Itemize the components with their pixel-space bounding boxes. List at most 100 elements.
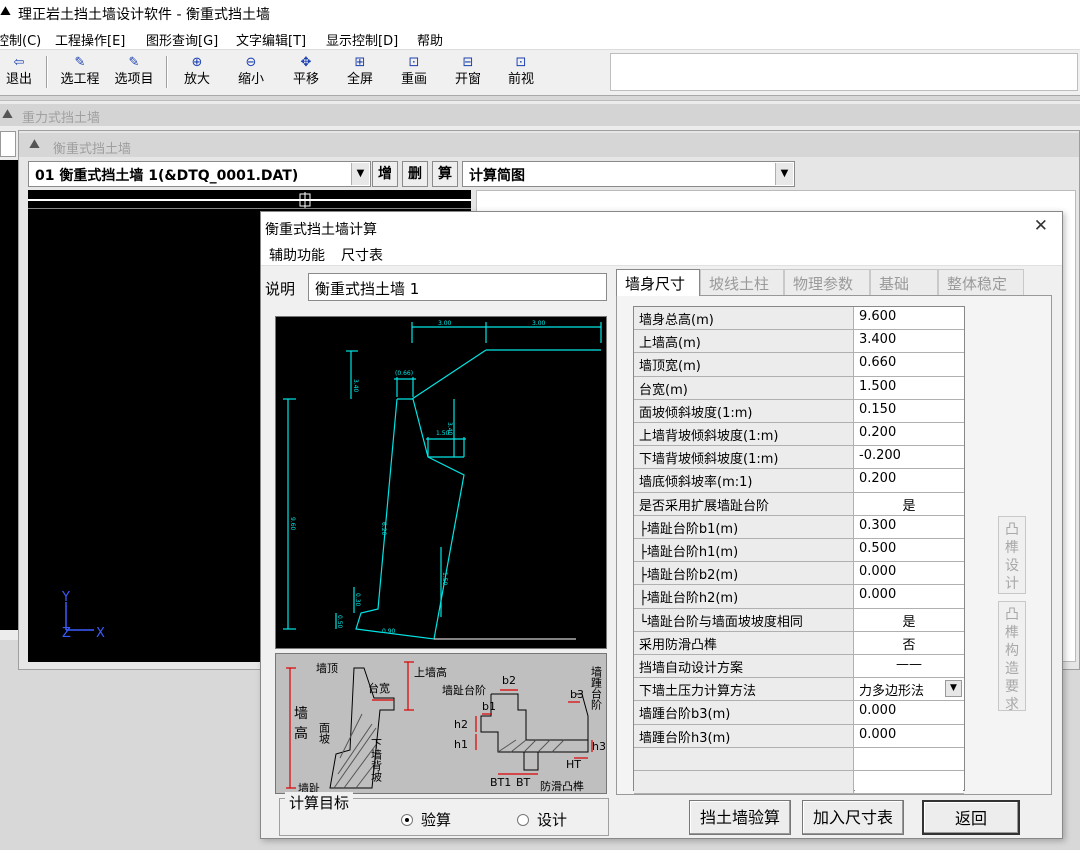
param-row: 采用防滑凸榫否 (634, 631, 964, 655)
radio-check[interactable]: 验算 (401, 809, 451, 830)
back-window-titlebar: ⛰ 重力式挡土墙 (0, 104, 1080, 126)
tab-overall-stability[interactable]: 整体稳定 (938, 269, 1024, 295)
param-row: 墙身总高(m) 9.600 (634, 307, 964, 331)
tab-strip: 墙身尺寸 坡线土柱 物理参数 基础 整体稳定 (616, 269, 1026, 296)
param-row: 面坡倾斜坡度(1:m) 0.150 (634, 399, 964, 423)
back-window-canvas (0, 160, 18, 630)
menu-graphics-query[interactable]: 图形查询[G] (146, 30, 218, 49)
param-row: ├墙趾台阶h2(m) 0.000 (634, 585, 964, 609)
record-select[interactable]: 01 衡重式挡土墙 1(&DTQ_0001.DAT) ▼ (28, 161, 371, 187)
param-row (634, 771, 964, 795)
front-view-button[interactable]: ⊡ 前视 (500, 53, 542, 91)
param-value[interactable]: —— (855, 655, 963, 678)
dialog-titlebar: 衡重式挡土墙计算 ✕ (261, 212, 1062, 242)
param-grid: 墙身总高(m) 9.600 上墙高(m) 3.400 墙顶宽(m) 0.660 台宽(m) 1… (633, 306, 965, 795)
tab-foundation[interactable]: 基础 (870, 269, 938, 295)
param-row: 挡墙自动设计方案 —— (634, 655, 964, 679)
dim-lower: 6.20 (380, 522, 387, 536)
param-name: └墙趾台阶与墙面坡坡度相同 (634, 608, 854, 631)
param-value[interactable]: 9.600 (855, 307, 963, 330)
param-name (634, 771, 854, 794)
zoom-out-button[interactable]: ⊖ 缩小 (230, 53, 272, 91)
menu-size-table[interactable]: 尺寸表 (341, 245, 383, 265)
legend-lower-back: 下墙背坡 (370, 738, 383, 783)
param-value[interactable]: 3.400 (855, 330, 963, 353)
add-record-button[interactable]: 增 (372, 161, 398, 187)
param-value[interactable]: -0.200 (855, 446, 963, 469)
param-value[interactable]: 0.000 (855, 585, 963, 608)
menu-aux-functions[interactable]: 辅助功能 (269, 245, 325, 265)
param-value[interactable]: 是 (855, 608, 963, 631)
tab-slope-soil[interactable]: 坡线土柱 (700, 269, 784, 295)
param-value[interactable]: 0.200 (855, 423, 963, 446)
menu-help[interactable]: 帮助 (417, 30, 443, 49)
back-window-field[interactable] (0, 131, 16, 157)
add-to-table-button[interactable]: 加入尺寸表 (802, 800, 904, 835)
menu-text-edit[interactable]: 文字编辑[T] (236, 30, 306, 49)
chevron-down-icon[interactable]: ▼ (775, 163, 793, 185)
delete-record-button[interactable]: 删 (402, 161, 428, 187)
param-name: ├墙趾台阶b1(m) (634, 515, 854, 538)
return-button[interactable]: 返回 (922, 800, 1020, 835)
exit-arrow-icon: ⇦ (13, 55, 25, 70)
tab-wall-dimensions[interactable]: 墙身尺寸 (616, 269, 700, 296)
menu-control[interactable]: 控制(C) (0, 30, 41, 49)
open-window-button[interactable]: ⊟ 开窗 (447, 53, 489, 91)
dim-toe-height: 0.50 (336, 615, 343, 629)
param-value[interactable]: 0.200 (855, 469, 963, 492)
zoom-in-icon: ⊕ (191, 55, 203, 70)
radio-design[interactable]: 设计 (517, 809, 567, 830)
menu-project[interactable]: 工程操作[E] (55, 30, 125, 49)
param-row: 墙顶宽(m) 0.660 (634, 353, 964, 377)
view-select[interactable]: 计算简图 ▼ (462, 161, 795, 187)
param-name: 下墙土压力计算方法 (634, 678, 854, 701)
legend-platform-width: 台宽 (368, 681, 390, 695)
legend-face-slope: 面坡 (318, 722, 331, 745)
calculate-button[interactable]: 算 (432, 161, 458, 187)
param-value[interactable] (855, 771, 963, 794)
shear-key-design-button[interactable]: 凸榫设计 (998, 516, 1026, 594)
axis-y-label: Y (62, 590, 70, 605)
param-value[interactable]: 力多边形法 ▼ (855, 678, 963, 701)
param-value[interactable]: 0.660 (855, 353, 963, 376)
exit-button[interactable]: ⇦ 退出 (1, 53, 37, 91)
tab-physical-params[interactable]: 物理参数 (784, 269, 870, 295)
param-value[interactable]: 1.500 (855, 376, 963, 399)
zoom-in-button[interactable]: ⊕ 放大 (176, 53, 218, 91)
param-name: 下墙背坡倾斜坡度(1:m) (634, 446, 854, 469)
menu-display[interactable]: 显示控制[D] (326, 30, 398, 49)
dim-top-2: 3.00 (532, 320, 546, 327)
param-value[interactable]: 0.150 (855, 399, 963, 422)
param-value[interactable]: 0.000 (855, 701, 963, 724)
select-project-button[interactable]: ✎ 选工程 (55, 53, 105, 91)
legend-b1: b1 (482, 700, 496, 713)
shear-key-requirements-button[interactable]: 凸榫构造要求 (998, 601, 1026, 713)
redraw-button[interactable]: ⊡ 重画 (393, 53, 435, 91)
param-name: 上墙背坡倾斜坡度(1:m) (634, 423, 854, 446)
param-value[interactable]: 否 (855, 631, 963, 654)
param-row: 墙踵台阶b3(m) 0.000 (634, 701, 964, 725)
param-name: 是否采用扩展墙趾台阶 (634, 492, 854, 515)
chevron-down-icon[interactable]: ▼ (351, 163, 369, 185)
param-row: 上墙背坡倾斜坡度(1:m) 0.200 (634, 423, 964, 447)
chevron-down-icon[interactable]: ▼ (945, 680, 962, 698)
param-value[interactable]: 是 (855, 492, 963, 515)
fullscreen-button[interactable]: ⊞ 全屏 (339, 53, 381, 91)
close-icon[interactable]: ✕ (1034, 216, 1048, 236)
window-icon: ⊟ (462, 55, 474, 70)
dim-lower-back: 1.50 (441, 572, 448, 586)
axis-indicator: Y Z X (60, 590, 120, 650)
param-row: └墙趾台阶与墙面坡坡度相同是 (634, 608, 964, 632)
param-value[interactable]: 0.000 (855, 562, 963, 585)
canvas-ruler (28, 190, 471, 209)
window-icon: ⛰ (29, 137, 40, 152)
select-item-button[interactable]: ✎ 选项目 (109, 53, 159, 91)
param-value[interactable] (855, 747, 963, 770)
front-view-icon: ⊡ (515, 55, 527, 70)
pan-button[interactable]: ✥ 平移 (285, 53, 327, 91)
param-value[interactable]: 0.300 (855, 515, 963, 538)
param-value[interactable]: 0.500 (855, 539, 963, 562)
wall-check-button[interactable]: 挡土墙验算 (689, 800, 791, 835)
param-value[interactable]: 0.000 (855, 724, 963, 747)
description-input[interactable]: 衡重式挡土墙 1 (308, 273, 607, 301)
